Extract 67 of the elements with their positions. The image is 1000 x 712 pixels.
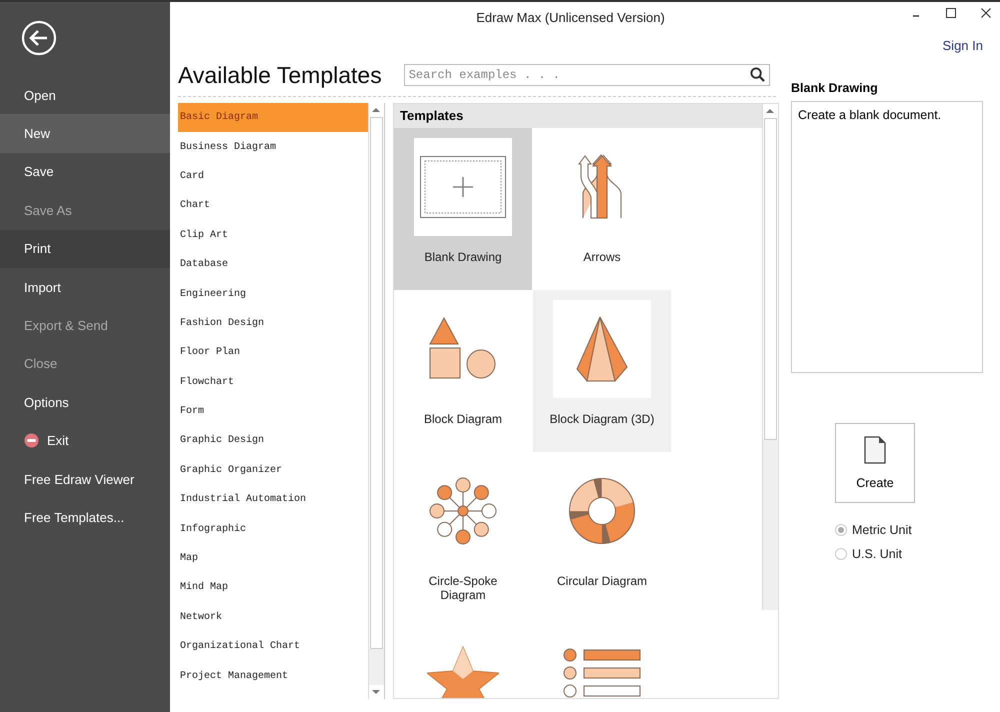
template-tile[interactable]: Circle-Spoke Diagram xyxy=(394,452,532,614)
hub-and-spoke-icon xyxy=(428,476,498,546)
template-label: Circular Diagram xyxy=(556,574,648,588)
category-item[interactable]: Project Management xyxy=(178,661,368,691)
pyramid-icon xyxy=(575,315,629,383)
sidebar-menu-item[interactable]: Save xyxy=(0,152,170,192)
sidebar-menu-item[interactable]: Import xyxy=(0,268,170,306)
sidebar-menu-item[interactable]: Exit xyxy=(0,422,170,460)
window-title: Edraw Max (Unlicensed Version) xyxy=(476,10,665,25)
template-label: Block Diagram (3D) xyxy=(548,412,656,426)
sidebar-menu-item[interactable]: New xyxy=(0,114,170,153)
scrollbar-thumb[interactable] xyxy=(764,118,777,440)
ring-diagram-icon xyxy=(568,477,636,545)
category-item[interactable]: Mind Map xyxy=(178,573,368,603)
category-item[interactable]: Fashion Design xyxy=(178,308,368,338)
create-button[interactable]: Create xyxy=(835,423,915,503)
scrollbar[interactable] xyxy=(762,104,778,610)
sidebar-menu-item[interactable]: Options xyxy=(0,383,170,422)
category-item[interactable]: Graphic Design xyxy=(178,426,368,456)
no-entry-icon xyxy=(24,433,39,448)
category-item[interactable]: Organizational Chart xyxy=(178,632,368,662)
category-item[interactable]: Infographic xyxy=(178,514,368,544)
category-item[interactable]: Industrial Automation xyxy=(178,485,368,514)
search-field[interactable]: Search examples . . . xyxy=(404,64,770,86)
category-item[interactable]: Floor Plan xyxy=(178,338,368,368)
search-icon[interactable] xyxy=(750,67,765,82)
sidebar-menu-item[interactable]: Open xyxy=(0,76,170,114)
category-item[interactable]: Card xyxy=(178,162,368,192)
unit-radio[interactable]: Metric Unit xyxy=(835,523,983,537)
category-item[interactable]: Form xyxy=(178,396,368,426)
category-item[interactable]: Map xyxy=(178,544,368,574)
description-text: Create a blank document. xyxy=(798,108,942,122)
sidebar-menu-item[interactable]: Print xyxy=(0,230,170,268)
template-tile[interactable]: Block Diagram (3D) xyxy=(533,290,671,452)
star-icon xyxy=(427,646,499,698)
unit-radio[interactable]: U.S. Unit xyxy=(835,547,983,561)
document-icon xyxy=(864,436,886,464)
category-item[interactable]: Network xyxy=(178,602,368,632)
radio-button[interactable] xyxy=(835,524,847,536)
sidebar-menu-item[interactable]: Free Edraw Viewer xyxy=(0,460,170,498)
template-label: Circle-Spoke Diagram xyxy=(428,574,498,602)
blank-page-icon xyxy=(420,156,506,218)
scrollbar-thumb[interactable] xyxy=(370,117,383,649)
template-tile[interactable]: Circular Diagram xyxy=(533,452,671,614)
category-item[interactable]: Flowchart xyxy=(178,368,368,397)
category-item[interactable]: Graphic Organizer xyxy=(178,456,368,486)
category-item[interactable]: Engineering xyxy=(178,279,368,309)
sidebar-menu-item[interactable]: Free Templates... xyxy=(0,498,170,537)
template-label: Block Diagram xyxy=(422,412,504,426)
category-item[interactable]: Business Diagram xyxy=(178,132,368,162)
details-title: Blank Drawing xyxy=(791,81,879,97)
template-tile[interactable]: Arrows xyxy=(533,128,671,290)
template-tile[interactable]: Block Diagram xyxy=(394,290,532,452)
template-label: Arrows xyxy=(582,250,622,264)
category-item[interactable]: Basic Diagram xyxy=(178,103,368,132)
radio-button[interactable] xyxy=(835,548,847,560)
template-label: Blank Drawing xyxy=(423,250,503,264)
maximize-icon[interactable] xyxy=(946,8,956,18)
category-item[interactable]: Clip Art xyxy=(178,220,368,250)
category-item[interactable]: Database xyxy=(178,250,368,280)
close-icon[interactable] xyxy=(981,8,991,18)
templates-header: Templates xyxy=(394,104,762,128)
sign-in-link[interactable]: Sign In xyxy=(942,38,983,53)
template-tile[interactable]: Blank Drawing xyxy=(394,128,532,290)
category-item[interactable]: Chart xyxy=(178,191,368,221)
page-heading: Available Templates xyxy=(178,61,382,90)
list-icon xyxy=(562,648,642,698)
